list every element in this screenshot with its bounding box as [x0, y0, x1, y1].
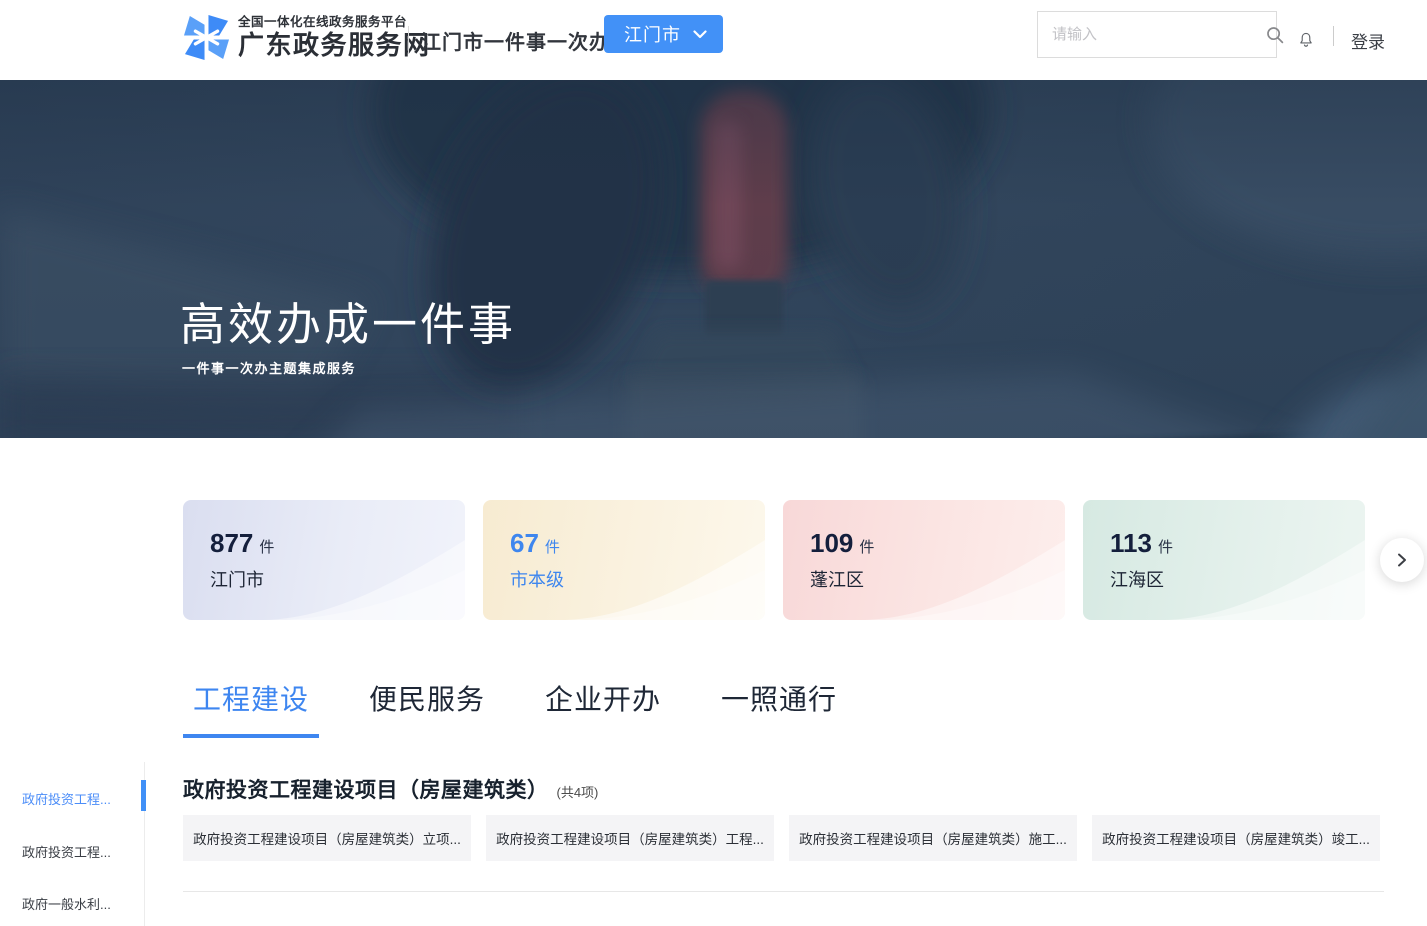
hero-title: 高效办成一件事 — [180, 288, 516, 353]
hero-subtitle: 一件事一次办主题集成服务 — [182, 358, 356, 377]
bell-icon — [1298, 28, 1314, 52]
stats-card-shibenji[interactable]: 67 件 市本级 — [483, 500, 765, 620]
notifications-button[interactable] — [1292, 22, 1320, 58]
sidebar-item-3[interactable]: 政府一般水利... — [22, 894, 140, 913]
chevron-down-icon — [693, 30, 707, 39]
header-divider — [408, 26, 409, 54]
tab-bianminfuwu[interactable]: 便民服务 — [359, 678, 495, 738]
site-logo[interactable]: 全国一体化在线政务服务平台 广东政务服务网 — [183, 14, 431, 61]
top-header: 全国一体化在线政务服务平台 广东政务服务网 江门市一件事一次办 江门市 — [0, 0, 1427, 80]
sidebar-active-indicator — [141, 780, 146, 811]
stats-region: 江海区 — [1110, 566, 1365, 592]
section-header: 政府投资工程建设项目（房屋建筑类） (共4项) — [183, 774, 598, 804]
search-box — [1037, 11, 1277, 58]
service-item-shigong[interactable]: 政府投资工程建设项目（房屋建筑类）施工... — [789, 815, 1077, 861]
stats-unit: 件 — [859, 539, 874, 556]
stats-unit: 件 — [545, 539, 560, 556]
login-link[interactable]: 登录 — [1351, 0, 1385, 80]
stats-unit: 件 — [1158, 539, 1173, 556]
service-item-lixiang[interactable]: 政府投资工程建设项目（房屋建筑类）立项... — [183, 815, 471, 861]
stats-count: 67 — [510, 530, 539, 556]
chevron-right-icon — [1395, 553, 1409, 567]
stats-region: 江门市 — [210, 566, 465, 592]
search-button[interactable] — [1259, 12, 1291, 57]
hero-banner: 高效办成一件事 一件事一次办主题集成服务 — [0, 80, 1427, 438]
stats-unit: 件 — [259, 539, 274, 556]
sidebar-item-1[interactable]: 政府投资工程... — [22, 789, 140, 808]
stats-region: 蓬江区 — [810, 566, 1065, 592]
page-title: 江门市一件事一次办 — [421, 0, 610, 80]
section-item-count: (共4项) — [557, 782, 599, 801]
search-input[interactable] — [1038, 26, 1259, 43]
stats-card-jianghai[interactable]: 113 件 江海区 — [1083, 500, 1365, 620]
page: 全国一体化在线政务服务平台 广东政务服务网 江门市一件事一次办 江门市 — [0, 0, 1427, 926]
section-title: 政府投资工程建设项目（房屋建筑类） — [183, 774, 549, 804]
stats-count: 113 — [1110, 530, 1152, 556]
header-divider-2 — [1333, 26, 1334, 46]
carousel-next-button[interactable] — [1380, 538, 1424, 582]
sidebar-item-2[interactable]: 政府投资工程... — [22, 842, 140, 861]
stats-card-pengjiang[interactable]: 109 件 蓬江区 — [783, 500, 1065, 620]
service-item-gongcheng[interactable]: 政府投资工程建设项目（房屋建筑类）工程... — [486, 815, 774, 861]
logo-text: 全国一体化在线政务服务平台 广东政务服务网 — [238, 15, 431, 60]
service-item-jungong[interactable]: 政府投资工程建设项目（房屋建筑类）竣工... — [1092, 815, 1380, 861]
platform-label: 全国一体化在线政务服务平台 — [238, 15, 431, 30]
stats-card-jiangmen[interactable]: 877 件 江门市 — [183, 500, 465, 620]
stats-count: 877 — [210, 530, 253, 556]
site-name: 广东政务服务网 — [238, 30, 431, 60]
pinwheel-logo-icon — [183, 14, 230, 61]
tab-yizhaotongxing[interactable]: 一照通行 — [711, 678, 847, 738]
category-tabs: 工程建设 便民服务 企业开办 一照通行 — [183, 678, 847, 738]
region-selector-label: 江门市 — [624, 21, 681, 47]
stats-count: 109 — [810, 530, 853, 556]
tab-gongchengjianshe[interactable]: 工程建设 — [183, 678, 319, 738]
tab-qiyekaiban[interactable]: 企业开办 — [535, 678, 671, 738]
region-selector-button[interactable]: 江门市 — [604, 15, 723, 53]
hero-banner-image — [0, 80, 1427, 438]
search-icon — [1265, 25, 1285, 45]
section-bottom-divider — [183, 891, 1384, 892]
stats-region: 市本级 — [510, 566, 765, 592]
